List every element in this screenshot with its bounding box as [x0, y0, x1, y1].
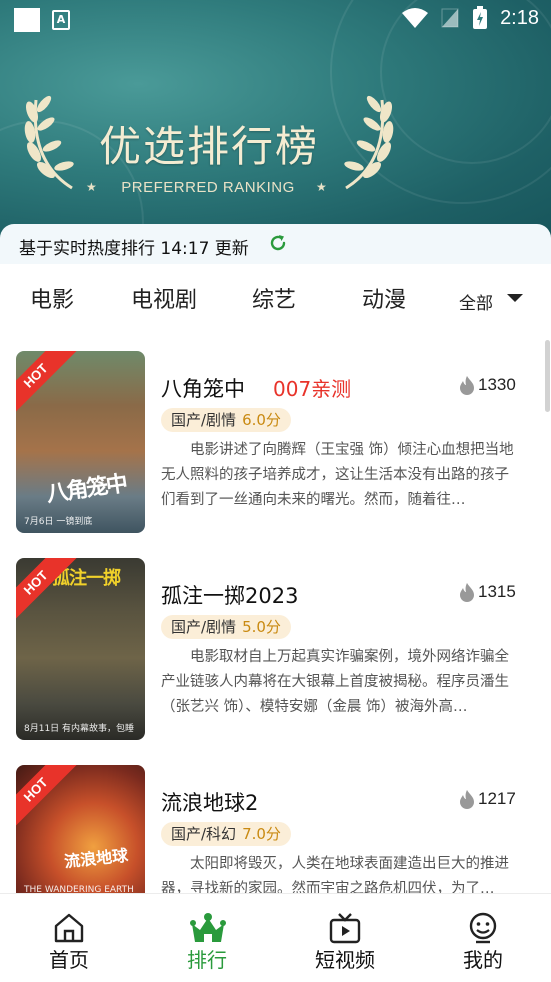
heat-value: 1315	[478, 582, 516, 601]
refresh-icon[interactable]	[268, 233, 288, 253]
poster-caption: 7月6日 一镜到底	[24, 517, 93, 527]
nav-ranking[interactable]: 排行	[138, 894, 276, 982]
score-label: 7.0分	[242, 825, 281, 843]
nav-profile-label: 我的	[463, 948, 503, 972]
hot-badge: HOT	[16, 351, 80, 420]
profile-icon	[469, 912, 497, 944]
laurel-left-icon	[24, 95, 74, 190]
heat-count: 1315	[458, 582, 516, 602]
list-item[interactable]: 八角笼中 HOT 7月6日 一镜到底 八角笼中 007亲测 1330 国产/剧情…	[0, 351, 551, 537]
wifi-icon	[402, 8, 429, 28]
update-notice-text: 基于实时热度排行 14:17 更新	[19, 239, 249, 259]
star-right-icon: ★	[316, 180, 327, 194]
nav-ranking-label: 排行	[187, 948, 227, 972]
status-bar: A 2:18	[0, 0, 551, 40]
flame-icon	[460, 376, 474, 395]
genre-label: 国产/剧情	[171, 411, 237, 429]
laurel-right-icon	[344, 95, 394, 190]
heat-count: 1217	[458, 789, 516, 809]
movie-title[interactable]: 八角笼中	[161, 373, 245, 403]
chevron-down-icon[interactable]	[507, 294, 523, 302]
app-notification-icon: A	[52, 10, 70, 30]
movie-poster[interactable]: 八角笼中 HOT 7月6日 一镜到底	[16, 351, 145, 533]
star-left-icon: ★	[86, 180, 97, 194]
hot-badge: HOT	[16, 765, 80, 834]
heat-count: 1330	[458, 375, 516, 395]
genre-label: 国产/剧情	[171, 618, 237, 636]
nav-home-label: 首页	[49, 948, 89, 972]
tab-anime[interactable]: 动漫	[362, 282, 406, 314]
score-label: 6.0分	[242, 411, 281, 429]
movie-poster[interactable]: 孤注一掷 HOT 8月11日 有内幕故事，包睡	[16, 558, 145, 740]
heat-value: 1330	[478, 375, 516, 394]
movie-title[interactable]: 流浪地球2	[161, 787, 258, 817]
flame-icon	[460, 583, 474, 602]
nav-short-video[interactable]: 短视频	[276, 894, 414, 982]
nav-profile[interactable]: 我的	[414, 894, 551, 982]
list-item[interactable]: 孤注一掷 HOT 8月11日 有内幕故事，包睡 孤注一掷2023 1315 国产…	[0, 558, 551, 744]
score-label: 5.0分	[242, 618, 281, 636]
poster-title: 流浪地球	[63, 845, 129, 872]
movie-description: 电影讲述了向腾辉（王宝强 饰）倾注心血想把当地无人照料的孩子培养成才，这让生活本…	[161, 442, 514, 508]
promo-label: 007亲测	[273, 377, 352, 401]
banner-subtitle: PREFERRED RANKING	[121, 179, 295, 196]
filter-dropdown[interactable]: 全部	[459, 289, 493, 314]
genre-score-tag: 国产/剧情 5.0分	[161, 615, 291, 639]
genre-label: 国产/科幻	[171, 825, 237, 843]
flame-icon	[460, 790, 474, 809]
nav-short-video-label: 短视频	[315, 948, 375, 972]
crown-icon	[190, 913, 226, 942]
genre-score-tag: 国产/科幻 7.0分	[161, 822, 291, 846]
poster-caption: 8月11日 有内幕故事，包睡	[24, 724, 135, 734]
notification-square-icon	[14, 8, 40, 32]
heat-value: 1217	[478, 789, 516, 808]
home-icon	[54, 913, 84, 943]
movie-title[interactable]: 孤注一掷2023	[161, 580, 298, 610]
genre-score-tag: 国产/剧情 6.0分	[161, 408, 291, 432]
ranking-banner: A 2:18 优选排行榜 ★ PREFERRED RANKING ★	[0, 0, 551, 240]
battery-icon	[473, 6, 488, 29]
bottom-navigation: 首页 排行 短视频 我的	[0, 893, 551, 982]
video-icon	[329, 913, 361, 944]
tab-movie[interactable]: 电影	[30, 282, 74, 314]
nav-home[interactable]: 首页	[0, 894, 138, 982]
tab-tv-series[interactable]: 电视剧	[131, 282, 197, 314]
movie-description: 电影取材自上万起真实诈骗案例，境外网络诈骗全产业链骇人内幕将在大银幕上首度被揭秘…	[161, 649, 509, 715]
category-tabs: 电影 电视剧 综艺 动漫 全部	[0, 264, 551, 334]
signal-icon	[441, 8, 459, 28]
tab-variety[interactable]: 综艺	[252, 282, 296, 314]
clock: 2:18	[500, 6, 539, 29]
banner-title: 优选排行榜	[98, 122, 319, 171]
poster-title: 八角笼中	[44, 470, 128, 508]
